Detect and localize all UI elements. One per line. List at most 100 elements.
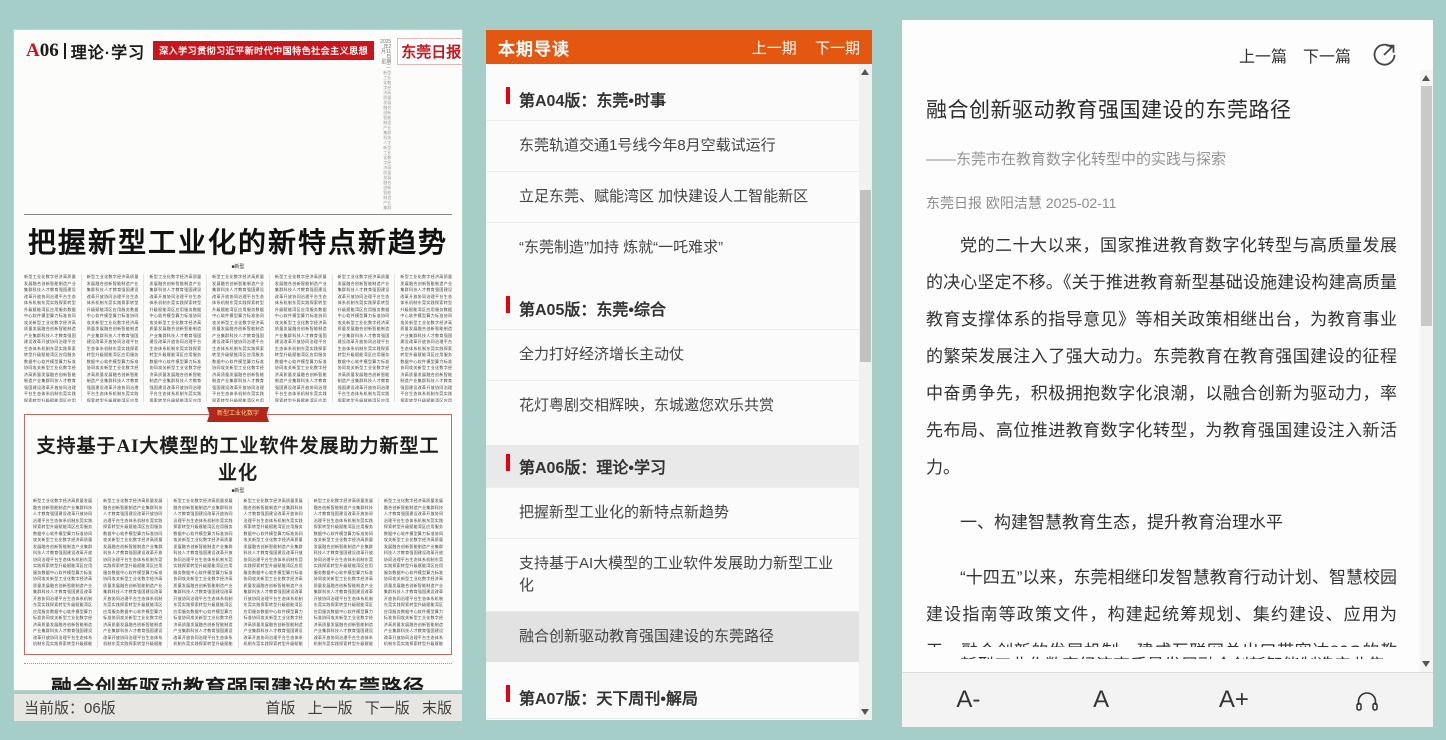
np-article-1[interactable]: 把握新型工业化的新特点新趋势 ■新型 新型工业化数字经济高质量发展融合创新智能制… [24,221,452,402]
article-paragraph: 党的二十大以来，国家推进教育数字化转型与高质量发展的决心坚定不移。《关于推进教育… [926,227,1397,486]
page-pager-links: 首版 上一版 下一版 末版 [257,697,452,718]
np-article-2-columns: 新型工业化数字经济高质量发展融合创新智能制造产业集群科技人才教育强国建设改革开放… [33,498,443,648]
section-marker-bar [506,296,510,313]
header-rule [24,214,452,215]
toc-section: 第A06版：理论•学习把握新型工业化的新特点新趋势支持基于AI大模型的工业软件发… [486,445,859,662]
next-issue-link[interactable]: 下一期 [815,40,860,57]
scroll-up-arrow-icon[interactable] [1422,75,1430,81]
toc-item[interactable]: 花灯粤剧交相辉映，东城邀您欢乐共赏 [486,380,859,431]
newsprint-column: 新型工业化数字经济高质量发展融合创新智能制造产业集群科技人才教育强国建设改革开放… [378,498,443,648]
newspaper-logo: 东莞日报 [397,38,462,65]
paper-meta: 2025年2月11日 星期二 新型工业化数字经济高质量发展融合创新智能制造产业集… [380,38,391,210]
current-page-label: 当前版：06版 [24,697,116,718]
toc-item[interactable]: 把握新型工业化的新特点新趋势 [486,487,859,538]
np-article-3-headline[interactable]: 融合创新驱动教育强国建设的东莞路径 [24,672,452,690]
newsprint-column: 新型工业化数字经济高质量发展融合创新智能制造产业集群科技人才教育强国建设改革开放… [308,498,373,648]
toc-section: 第A05版：东莞•综合全力打好经济增长主动仗花灯粤剧交相辉映，东城邀您欢乐共赏 [486,287,859,431]
newsprint-column: 新型工业化数字经济高质量发展融合创新智能制造产业集群科技人才教育强国建设改革开放… [167,498,232,648]
guide-toc-list: 第A04版：东莞•时事东莞轨道交通1号线今年8月空载试运行立足东莞、赋能湾区 加… [486,64,859,720]
guide-header: 本期导读 上一期 下一期 [486,30,872,64]
page-section-name: 理论·学习 [71,39,145,63]
slogan-banner: 深入学习贯彻习近平新时代中国特色社会主义思想 [153,41,374,60]
page-code-number: 06 [40,40,59,62]
next-page-link[interactable]: 下一版 [365,700,410,717]
newspaper-page-preview[interactable]: A06 理论·学习 深入学习贯彻习近平新时代中国特色社会主义思想 2025年2月… [14,30,462,690]
toc-item[interactable]: 融合创新驱动教育强国建设的东莞路径 [486,611,859,662]
issue-guide-panel: 本期导读 上一期 下一期 第A04版：东莞•时事东莞轨道交通1号线今年8月空载试… [486,30,872,720]
article-section-heading: 一、构建智慧教育生态，提升教育治理水平 [926,504,1397,541]
np-article-1-headline[interactable]: 把握新型工业化的新特点新趋势 [24,221,452,261]
prev-article-link[interactable]: 上一篇 [1239,43,1287,67]
newsprint-column: 新型工业化数字经济高质量发展融合创新智能制造产业集群科技人才教育强国建设改革开放… [238,498,303,648]
newsprint-column: 新型工业化数字经济高质量发展融合创新智能制造产业集群科技人才教育强国建设改革开放… [24,274,76,402]
article-clipped-line: 新型工业化数字经济高质量发展融合创新智能制造产业集群科技 [902,647,1433,659]
scroll-down-arrow-icon[interactable] [861,709,869,715]
headphones-icon [1354,688,1380,714]
np-article-1-byline: ■新型 [24,263,452,270]
scroll-down-arrow-icon[interactable] [1422,661,1430,667]
newsprint-column: 新型工业化数字经济高质量发展融合创新智能制造产业集群科技人才教育强国建设改革开放… [81,274,139,402]
np-article-2-byline: ■新型 [33,487,443,494]
guide-scrollbar-thumb[interactable] [860,190,871,362]
ribbon-decoration: 新型工业化数字 [207,407,269,422]
first-page-link[interactable]: 首版 [265,700,295,717]
paper-date: 2025年2月11日 星期二 [380,40,391,70]
article-byline: 东莞日报 欧阳洁慧 2025-02-11 [902,169,1433,213]
section-marker-bar [506,454,510,471]
np-article-2[interactable]: 新型工业化数字 支持基于AI大模型的工业软件发展助力新型工业化 ■新型 新型工业… [24,414,452,655]
newsprint-column: 新型工业化数字经济高质量发展融合创新智能制造产业集群科技人才教育强国建设改革开放… [97,498,162,648]
toc-section-label: 第A05版：东莞•综合 [519,302,666,319]
newsprint-column: 新型工业化数字经济高质量发展融合创新智能制造产业集群科技人才教育强国建设改革开放… [394,274,452,402]
font-decrease-button[interactable]: A- [902,686,1035,714]
font-increase-button[interactable]: A+ [1168,686,1301,714]
toc-section-label: 第A06版：理论•学习 [519,460,666,477]
newsprint-column: 新型工业化数字经济高质量发展融合创新智能制造产业集群科技人才教育强国建设改革开放… [332,274,390,402]
np-article-3[interactable]: 融合创新驱动教育强国建设的东莞路径 ——东莞市在教育数字化转型中的实践与探索 ■… [24,663,452,690]
toc-section-header[interactable]: 第A06版：理论•学习 [486,445,859,487]
newsprint-column: 新型工业化数字经济高质量发展融合创新智能制造产业集群科技人才教育强国建设改革开放… [269,274,327,402]
article-paragraph: “十四五”以来，东莞相继印发智慧教育行动计划、智慧校园建设指南等政策文件，构建起… [926,559,1397,647]
guide-scrollbar[interactable] [859,64,872,720]
issue-nav: 上一期 下一期 [738,37,860,58]
section-marker-bar [506,87,510,104]
scroll-up-arrow-icon[interactable] [861,69,869,75]
section-marker-bar [506,685,510,702]
article-subtitle: ——东莞市在教育数字化转型中的实践与探索 [902,124,1433,169]
toc-section-header[interactable]: 第A05版：东莞•综合 [486,287,859,329]
np-article-2-headline[interactable]: 支持基于AI大模型的工业软件发展助力新型工业化 [33,431,443,485]
toc-section-header[interactable]: 第A04版：东莞•时事 [486,78,859,120]
newsprint-column: 新型工业化数字经济高质量发展融合创新智能制造产业集群科技人才教育强国建设改革开放… [33,498,92,648]
article-nav-row: 上一篇 下一篇 [902,20,1433,68]
guide-title: 本期导读 [498,35,570,60]
toc-section-label: 第A04版：东莞•时事 [519,93,666,110]
reader-scrollbar-thumb[interactable] [1421,86,1432,326]
next-article-link[interactable]: 下一篇 [1303,43,1351,67]
article-title: 融合创新驱动教育强国建设的东莞路径 [902,68,1433,124]
last-page-link[interactable]: 末版 [422,700,452,717]
page-code: A06 理论·学习 [24,38,147,65]
reader-toolbar: A- A A+ [902,672,1433,727]
toc-section: 第A04版：东莞•时事东莞轨道交通1号线今年8月空载试运行立足东莞、赋能湾区 加… [486,78,859,273]
newspaper-masthead-row: A06 理论·学习 深入学习贯彻习近平新时代中国特色社会主义思想 2025年2月… [24,38,452,210]
article-reader-panel: 上一篇 下一篇 融合创新驱动教育强国建设的东莞路径 ——东莞市在教育数字化转型中… [902,20,1433,727]
toc-item[interactable]: 全力打好经济增长主动仗 [486,329,859,380]
toc-section: 第A07版：天下周刊•解局中国非遗何以“出海”又“出圈”？ [486,676,859,720]
toc-section-label: 第A07版：天下周刊•解局 [519,691,698,708]
toc-item[interactable]: 中国非遗何以“出海”又“出圈”？ [486,718,859,720]
font-reset-button[interactable]: A [1035,686,1168,714]
listen-button[interactable] [1300,686,1433,714]
page-pager-bar: 当前版：06版 首版 上一版 下一版 末版 [14,694,462,721]
toc-item[interactable]: 东莞轨道交通1号线今年8月空载试运行 [486,120,859,171]
prev-page-link[interactable]: 上一版 [308,700,353,717]
newsprint-column: 新型工业化数字经济高质量发展融合创新智能制造产业集群科技人才教育强国建设改革开放… [143,274,201,402]
toc-section-header[interactable]: 第A07版：天下周刊•解局 [486,676,859,718]
toc-item[interactable]: 支持基于AI大模型的工业软件发展助力新型工业化 [486,538,859,611]
toc-item[interactable]: “东莞制造”加持 炼就“一吒难求” [486,222,859,273]
page-code-letter: A [26,40,40,62]
reader-scrollbar[interactable] [1420,70,1433,672]
open-external-icon[interactable] [1371,42,1397,68]
toc-item[interactable]: 立足东莞、赋能湾区 加快建设人工智能新区 [486,171,859,222]
paper-meta-small: 新型工业化数字经济高质量发展融合创新智能制造产业集群 [380,145,391,210]
np-article-1-columns: 新型工业化数字经济高质量发展融合创新智能制造产业集群科技人才教育强国建设改革开放… [24,274,452,402]
prev-issue-link[interactable]: 上一期 [752,40,797,57]
